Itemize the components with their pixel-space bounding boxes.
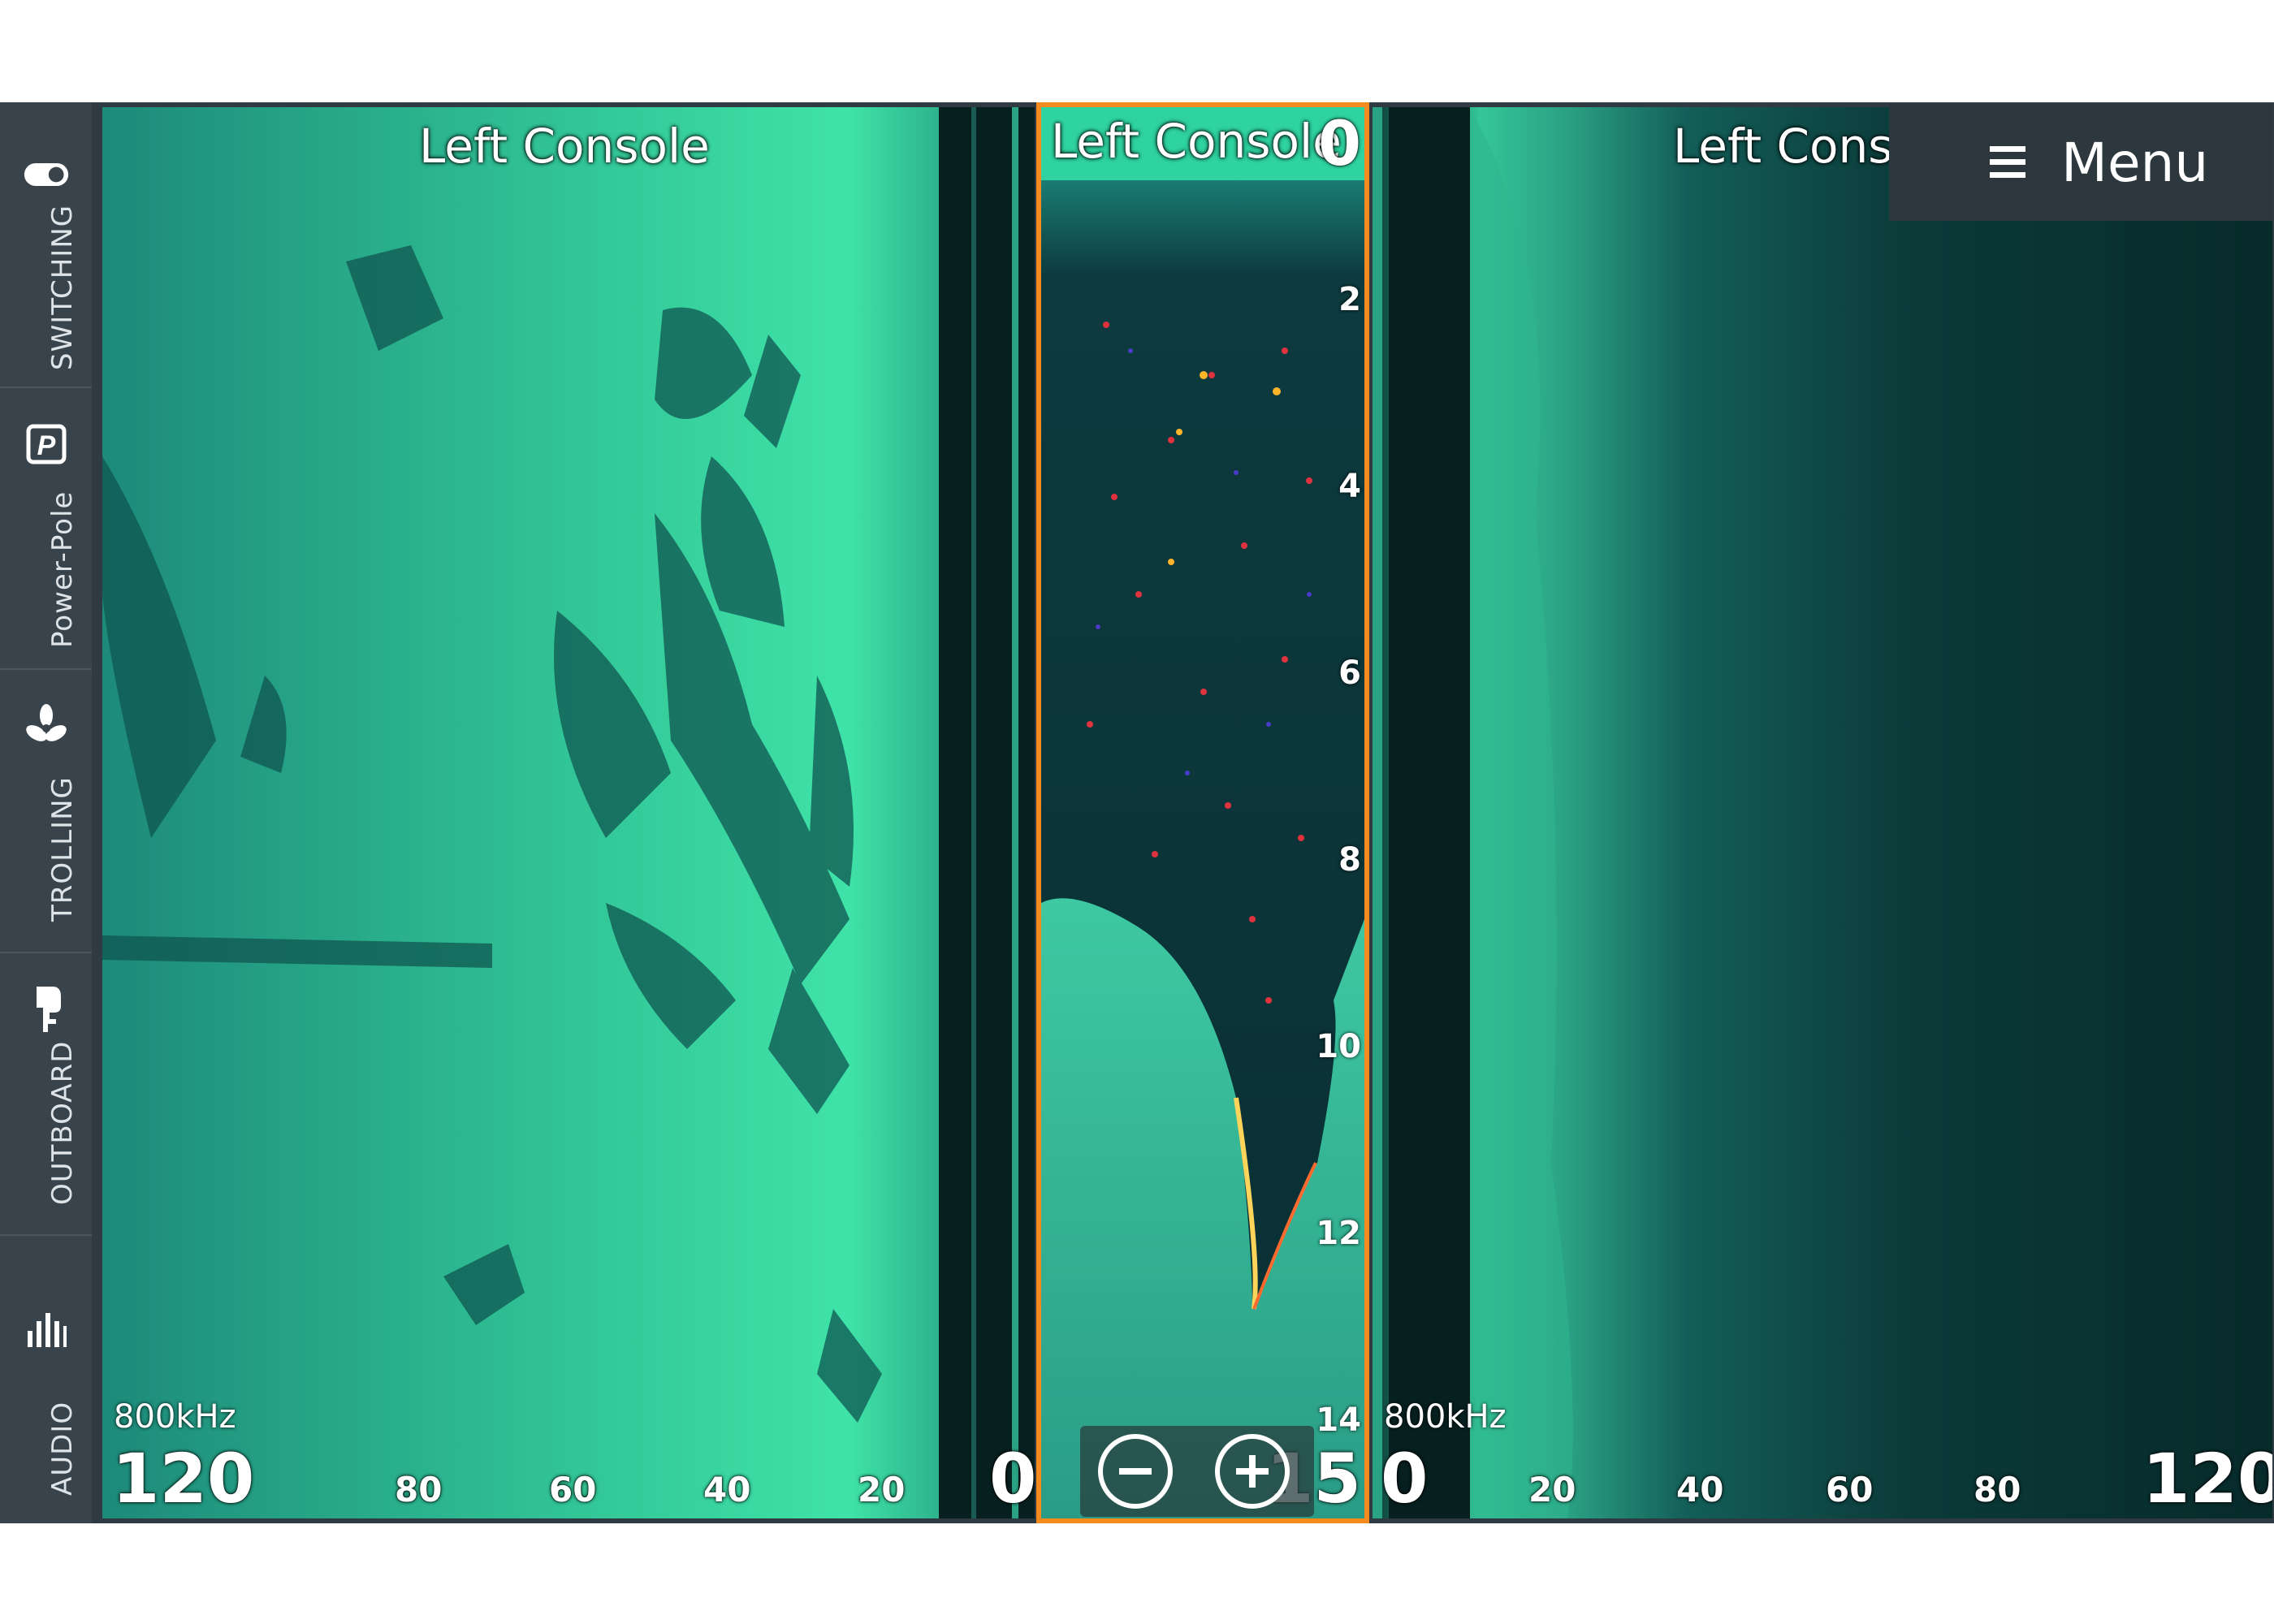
right-sidescan-panel[interactable]: Left Console 800kHz 0 20 40 60 80 120 bbox=[1373, 107, 2272, 1518]
depth-tick: 6 bbox=[1338, 654, 1361, 692]
range-max-label: 120 bbox=[2142, 1439, 2272, 1518]
sidescan-image-left bbox=[102, 107, 1035, 1518]
range-tick: 60 bbox=[1826, 1470, 1874, 1510]
sidebar: SWITCHING P Power-Pole TROLLING OUTBOARD… bbox=[0, 102, 92, 1523]
sidebar-item-audio[interactable]: AUDIO bbox=[0, 1236, 92, 1523]
range-zero-label: 0 bbox=[989, 1439, 1035, 1518]
audio-bars-icon bbox=[23, 1305, 70, 1352]
menu-button[interactable]: Menu bbox=[1889, 104, 2272, 221]
depth-tick: 10 bbox=[1316, 1028, 1361, 1065]
depth-tick: 4 bbox=[1338, 468, 1361, 505]
range-tick: 20 bbox=[1528, 1470, 1576, 1510]
range-tick: 40 bbox=[703, 1470, 751, 1510]
range-tick: 40 bbox=[1676, 1470, 1724, 1510]
outboard-motor-icon bbox=[23, 986, 70, 1033]
propeller-icon bbox=[23, 702, 70, 749]
menu-label: Menu bbox=[2061, 131, 2209, 194]
downscan-image bbox=[1041, 107, 1364, 1518]
power-pole-icon: P bbox=[23, 421, 70, 468]
range-tick: 80 bbox=[1974, 1470, 2021, 1510]
zoom-controls bbox=[1080, 1426, 1314, 1517]
frequency-label: 800kHz bbox=[1384, 1398, 1507, 1436]
sidebar-item-outboard[interactable]: OUTBOARD bbox=[0, 953, 92, 1236]
plus-circle-icon bbox=[1236, 1455, 1269, 1488]
sidebar-item-label: SWITCHING bbox=[46, 204, 79, 370]
zoom-in-button[interactable] bbox=[1215, 1434, 1290, 1509]
svg-text:P: P bbox=[37, 430, 56, 461]
hamburger-icon bbox=[1990, 146, 2025, 178]
minus-circle-icon bbox=[1119, 1468, 1152, 1475]
zoom-out-button[interactable] bbox=[1098, 1434, 1173, 1509]
toggle-switch-icon bbox=[23, 151, 70, 198]
sidebar-item-label: Power-Pole bbox=[46, 490, 79, 648]
depth-tick: 2 bbox=[1338, 281, 1361, 318]
sidebar-item-power-pole[interactable]: P Power-Pole bbox=[0, 388, 92, 670]
range-max-label: 120 bbox=[112, 1439, 255, 1518]
depth-tick: 8 bbox=[1338, 841, 1361, 879]
depth-tick: 14 bbox=[1316, 1402, 1361, 1439]
sidebar-item-label: TROLLING bbox=[46, 776, 79, 922]
sidebar-item-label: OUTBOARD bbox=[46, 1040, 79, 1205]
panel-title: Left Console bbox=[1051, 114, 1342, 169]
center-downscan-panel[interactable]: Left Console 0 2 4 6 8 10 12 14 15 bbox=[1036, 102, 1369, 1523]
depth-tick: 12 bbox=[1316, 1215, 1361, 1252]
left-sidescan-panel[interactable]: Left Console 800kHz 120 80 60 40 20 0 bbox=[102, 107, 1035, 1518]
sidescan-image-right bbox=[1373, 107, 2272, 1518]
sidebar-item-switching[interactable]: SWITCHING bbox=[0, 102, 92, 388]
frequency-label: 800kHz bbox=[114, 1398, 236, 1436]
range-zero-label: 0 bbox=[1381, 1439, 1429, 1518]
range-tick: 20 bbox=[858, 1470, 906, 1510]
panel-title: Left Console bbox=[419, 119, 710, 174]
sidebar-item-label: AUDIO bbox=[46, 1401, 79, 1496]
range-tick: 80 bbox=[395, 1470, 443, 1510]
range-tick: 60 bbox=[549, 1470, 597, 1510]
sidebar-item-trolling[interactable]: TROLLING bbox=[0, 670, 92, 953]
depth-top-label: 0 bbox=[1318, 107, 1361, 179]
